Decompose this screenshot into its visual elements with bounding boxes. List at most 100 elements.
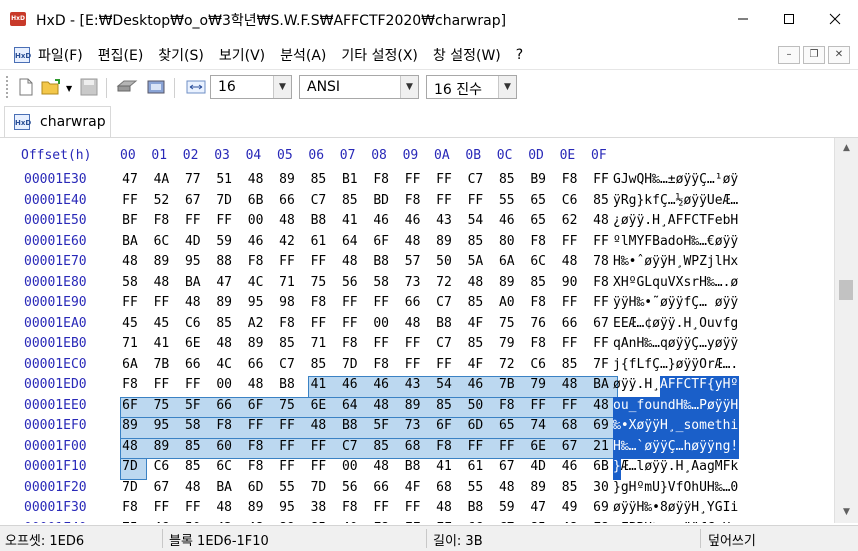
ascii-text[interactable]: uFPBH‰…@øÿÿfÇ…Hø <box>613 521 738 524</box>
hex-byte[interactable]: F8 <box>246 439 266 454</box>
ascii-text[interactable]: ‰•XøÿÿH¸_somethi <box>613 418 738 433</box>
offset-base-select[interactable]: 16 진수 ▼ <box>426 75 517 99</box>
hex-row[interactable]: 00001EE0 6F 75 5F 66 6F 75 6E 64 48 89 85 50 F8 FF FF 48… <box>0 398 834 418</box>
hex-row[interactable]: 00001F10 7D C6 85 6C F8 FF FF 00 48 B8 41 61 67 4D 46 6B… <box>0 459 834 479</box>
hex-byte[interactable]: BF <box>120 213 140 228</box>
hex-byte[interactable]: 48 <box>497 480 517 495</box>
hex-byte[interactable]: 66 <box>465 521 485 524</box>
hex-byte[interactable]: 46 <box>246 234 266 249</box>
hex-byte[interactable]: 6C <box>151 234 171 249</box>
hex-byte[interactable]: 60 <box>214 439 234 454</box>
ascii-text[interactable]: ÿRg}kfÇ…½øÿÿUeÆ… <box>613 193 738 208</box>
hex-byte[interactable]: 43 <box>434 213 454 228</box>
hex-byte[interactable]: 75 <box>497 316 517 331</box>
hex-byte[interactable]: 66 <box>403 295 423 310</box>
hex-byte[interactable]: C7 <box>434 336 454 351</box>
hex-byte[interactable]: F8 <box>120 377 140 392</box>
hex-byte[interactable]: 6A <box>120 357 140 372</box>
hex-byte[interactable]: 55 <box>497 193 517 208</box>
hex-byte[interactable]: 00 <box>340 459 360 474</box>
hex-byte[interactable]: 85 <box>308 172 328 187</box>
hex-byte[interactable]: 00 <box>371 316 391 331</box>
mdi-restore-button[interactable]: ❐ <box>803 46 825 64</box>
bytes-per-row-select[interactable]: 16 ▼ <box>210 75 292 99</box>
hex-byte[interactable]: 67 <box>560 439 580 454</box>
hex-byte[interactable]: FF <box>403 172 423 187</box>
hex-byte[interactable]: F8 <box>371 521 391 524</box>
hex-byte[interactable]: 6F <box>434 418 454 433</box>
hex-byte[interactable]: 48 <box>120 254 140 269</box>
hex-byte[interactable]: 5F <box>183 398 203 413</box>
hex-row[interactable]: 00001F20 7D 67 48 BA 6D 55 7D 56 66 4F 68 55 48 89 85 30… <box>0 480 834 500</box>
hex-byte[interactable]: 54 <box>465 213 485 228</box>
hex-byte[interactable]: 6A <box>497 254 517 269</box>
ascii-text[interactable]: }Æ…løÿÿ.H¸AagMFk <box>613 459 738 474</box>
hex-byte[interactable]: 59 <box>214 234 234 249</box>
hex-byte[interactable]: F8 <box>371 357 391 372</box>
hex-byte[interactable]: 6D <box>465 418 485 433</box>
hex-byte[interactable]: B8 <box>434 316 454 331</box>
hex-byte[interactable]: 7D <box>308 480 328 495</box>
hex-byte[interactable]: 85 <box>528 275 548 290</box>
hex-byte[interactable]: C7 <box>340 439 360 454</box>
hex-byte[interactable]: C6 <box>183 316 203 331</box>
hex-byte[interactable]: 48 <box>371 459 391 474</box>
hex-byte[interactable]: 7B <box>497 377 517 392</box>
hex-byte[interactable]: 90 <box>560 275 580 290</box>
hex-byte[interactable]: 48 <box>151 275 171 290</box>
close-button[interactable] <box>812 0 858 40</box>
hex-byte[interactable]: F8 <box>528 336 548 351</box>
hex-byte[interactable]: FF <box>183 377 203 392</box>
menu-view[interactable]: 보기(V) <box>219 45 265 65</box>
hex-byte[interactable]: 6B <box>246 193 266 208</box>
hex-byte[interactable]: 89 <box>246 500 266 515</box>
hex-byte[interactable]: FF <box>120 295 140 310</box>
hex-byte[interactable]: 68 <box>434 480 454 495</box>
hex-byte[interactable]: 89 <box>151 254 171 269</box>
hex-byte[interactable]: 48 <box>591 213 611 228</box>
menu-search[interactable]: 찾기(S) <box>158 45 204 65</box>
hex-byte[interactable]: B8 <box>308 213 328 228</box>
hex-byte[interactable]: 85 <box>528 521 548 524</box>
hex-byte[interactable]: BD <box>371 193 391 208</box>
hex-byte[interactable]: 48 <box>560 254 580 269</box>
hex-byte[interactable]: FF <box>183 213 203 228</box>
hex-byte[interactable]: 6C <box>528 254 548 269</box>
hex-byte[interactable]: 89 <box>528 480 548 495</box>
hex-row[interactable]: 00001E30 47 4A 77 51 48 89 85 B1 F8 FF FF C7 85 B9 F8 FF… <box>0 172 834 192</box>
ascii-text[interactable]: GJwQH‰…±øÿÿÇ…¹øÿ <box>613 172 738 187</box>
hex-byte[interactable]: 40 <box>340 521 360 524</box>
hex-byte[interactable]: FF <box>277 254 297 269</box>
hex-byte[interactable]: B8 <box>340 418 360 433</box>
hex-byte[interactable]: B8 <box>371 254 391 269</box>
hex-byte[interactable]: C7 <box>497 521 517 524</box>
hex-byte[interactable]: BA <box>214 480 234 495</box>
hex-byte[interactable]: 67 <box>591 316 611 331</box>
hex-byte[interactable]: 61 <box>308 234 328 249</box>
hex-byte[interactable]: 79 <box>497 336 517 351</box>
hex-byte[interactable]: 85 <box>277 336 297 351</box>
hex-byte[interactable]: 4C <box>214 357 234 372</box>
hex-row[interactable]: 00001F40 75 46 50 42 48 89 85 40 F8 FF FF 66 C7 85 48 F8… <box>0 521 834 524</box>
hex-byte[interactable]: 56 <box>340 275 360 290</box>
hex-byte[interactable]: 48 <box>277 213 297 228</box>
hex-byte[interactable]: 4F <box>465 357 485 372</box>
hex-byte[interactable]: 6B <box>591 459 611 474</box>
hex-byte[interactable]: FF <box>277 418 297 433</box>
hex-byte[interactable]: C7 <box>277 357 297 372</box>
hex-byte[interactable]: 55 <box>465 480 485 495</box>
hex-byte[interactable]: 50 <box>183 521 203 524</box>
ascii-text[interactable]: øÿÿH‰•8øÿÿH¸YGIi <box>613 500 738 515</box>
hex-byte[interactable]: BA <box>183 275 203 290</box>
hex-byte[interactable]: 89 <box>403 398 423 413</box>
hex-byte[interactable]: FF <box>308 439 328 454</box>
hex-byte[interactable]: FF <box>120 193 140 208</box>
hex-byte[interactable]: 46 <box>151 521 171 524</box>
menu-analysis[interactable]: 분석(A) <box>280 45 326 65</box>
ascii-text[interactable]: }gHºmU}VfOhUH‰…0 <box>613 480 738 495</box>
hex-byte[interactable]: 6F <box>246 398 266 413</box>
open-dropdown-arrow[interactable]: ▼ <box>66 84 72 93</box>
hex-byte[interactable]: B1 <box>340 172 360 187</box>
hex-byte[interactable]: 89 <box>246 336 266 351</box>
hex-byte[interactable]: 65 <box>497 418 517 433</box>
